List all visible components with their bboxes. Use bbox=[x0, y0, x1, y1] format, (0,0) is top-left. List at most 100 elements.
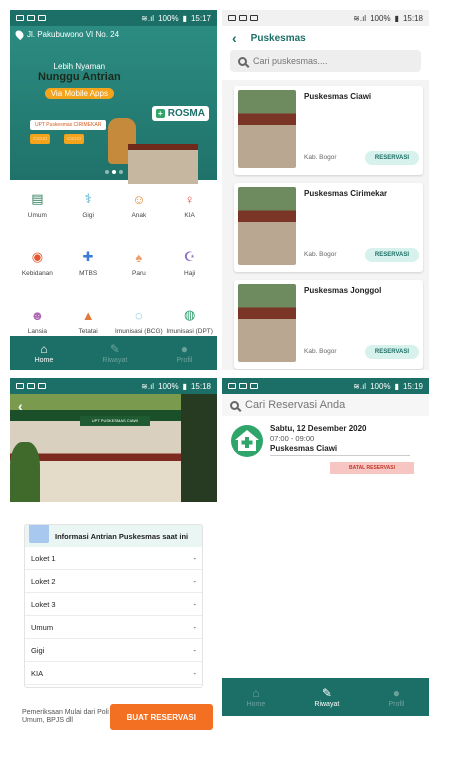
banner-text: Lebih Nyaman Nunggu Antrian Via Mobile A… bbox=[38, 62, 121, 101]
battery-icon: ▮ bbox=[394, 13, 399, 23]
mtbs-icon: ✚ bbox=[82, 249, 94, 264]
back-arrow-icon[interactable]: ‹ bbox=[232, 31, 237, 45]
signal-icon: ≋.ıl bbox=[353, 381, 367, 391]
chart-icon bbox=[29, 525, 49, 543]
nav-profil[interactable]: ● Profil bbox=[176, 343, 192, 364]
queue-row: Loket 2 - bbox=[25, 570, 202, 593]
banner-line3: Via Mobile Apps bbox=[44, 88, 114, 99]
category-haji[interactable]: ☪ Haji bbox=[164, 248, 215, 296]
carousel-dots[interactable] bbox=[10, 170, 217, 174]
nav-riwayat[interactable]: ✎ Riwayat bbox=[102, 343, 127, 364]
nav-label: Riwayat bbox=[102, 356, 128, 364]
status-bar: ≋.ıl 100% ▮ 15:18 bbox=[10, 378, 217, 394]
reservation-footer: Pemeriksaan Mulai dari Poli Umum, BPJS d… bbox=[10, 700, 217, 734]
nav-label: Profil bbox=[176, 356, 193, 364]
status-bar: ≋.ıl 100% ▮ 15:19 bbox=[222, 378, 429, 394]
home-header: Jl. Pakubuwono VI No. 24 Lebih Nyaman Nu… bbox=[10, 26, 217, 184]
queue-name: Loket 1 bbox=[31, 553, 56, 563]
signal-icon: ≋.ıl bbox=[141, 381, 155, 391]
banner-chip: UPT Puskesmas CIRIMEKAR bbox=[30, 120, 107, 130]
puskesmas-list: Puskesmas Ciawi Kab. Bogor RESERVASI Puskes… bbox=[222, 80, 429, 369]
puskesmas-card[interactable]: Puskesmas Ciawi Kab. Bogor RESERVASI bbox=[234, 86, 423, 175]
category-gigi[interactable]: ⚕ Gigi bbox=[63, 190, 114, 238]
reservation-search-input[interactable] bbox=[245, 399, 415, 411]
reservasi-button[interactable]: RESERVASI bbox=[364, 248, 419, 262]
rosma-logo: + ROSMA bbox=[151, 106, 209, 121]
reservasi-button[interactable]: RESERVASI bbox=[364, 151, 419, 165]
puskesmas-card-body: Puskesmas Cirimekar Kab. Bogor RESERVASI bbox=[296, 187, 419, 268]
search-bar[interactable] bbox=[230, 50, 421, 72]
brand-name: ROSMA bbox=[167, 108, 205, 119]
puskesmas-name: Puskesmas Jonggol bbox=[304, 286, 382, 295]
queue-name: Loket 2 bbox=[31, 576, 56, 586]
reservation-search-bar[interactable] bbox=[222, 394, 429, 416]
puskesmas-card[interactable]: Puskesmas Jonggol Kab. Bogor RESERVASI bbox=[234, 280, 423, 369]
category-kia[interactable]: ♀ KIA bbox=[164, 190, 215, 238]
nav-home[interactable]: ⌂ Home bbox=[35, 343, 54, 364]
category-label: Paru bbox=[132, 270, 146, 277]
category-mtbs[interactable]: ✚ MTBS bbox=[63, 248, 114, 296]
banner-tag-icon: ▭▭▭ bbox=[64, 134, 85, 144]
queue-value: - bbox=[193, 645, 197, 655]
search-icon bbox=[230, 400, 239, 410]
nav-home[interactable]: ⌂ Home bbox=[247, 687, 266, 708]
notification-icons bbox=[228, 15, 258, 21]
puskesmas-photo: UPT PUSKESMAS CIAWI ‹ bbox=[10, 394, 217, 502]
status-bar: ≋.ıl 100% ▮ 15:17 bbox=[10, 10, 217, 26]
clock: 15:18 bbox=[402, 13, 423, 23]
search-input[interactable] bbox=[253, 56, 413, 66]
queue-value: - bbox=[193, 576, 197, 586]
service-note: Pemeriksaan Mulai dari Poli Umum, BPJS d… bbox=[22, 709, 109, 724]
puskesmas-location: Kab. Bogor bbox=[304, 154, 337, 161]
puskesmas-thumbnail bbox=[238, 90, 296, 168]
child-icon: ☺ bbox=[132, 191, 146, 207]
category-anak[interactable]: ☺ Anak bbox=[114, 190, 165, 238]
bottom-navigation: ⌂ Home ✎ Riwayat ● Profil bbox=[222, 678, 429, 716]
category-label: KIA bbox=[184, 212, 195, 219]
category-label: Gigi bbox=[82, 212, 94, 219]
clock: 15:18 bbox=[190, 381, 211, 391]
notification-icons bbox=[228, 383, 258, 389]
notification-icons bbox=[16, 15, 46, 21]
puskesmas-name: Puskesmas Cirimekar bbox=[304, 189, 388, 198]
puskesmas-thumbnail bbox=[238, 187, 296, 265]
category-paru[interactable]: ♠ Paru bbox=[114, 248, 165, 296]
back-arrow-icon[interactable]: ‹ bbox=[18, 398, 23, 414]
queue-value: - bbox=[193, 553, 197, 563]
mother-icon: ♀ bbox=[184, 191, 195, 207]
history-icon: ✎ bbox=[321, 685, 332, 700]
nav-profil[interactable]: ● Profil bbox=[388, 687, 404, 708]
building-sign: UPT PUSKESMAS CIAWI bbox=[80, 416, 150, 426]
reservation-date: Sabtu, 12 Desember 2020 bbox=[270, 424, 367, 433]
promo-banner[interactable]: Lebih Nyaman Nunggu Antrian Via Mobile A… bbox=[10, 48, 217, 184]
nav-riwayat[interactable]: ✎ Riwayat bbox=[314, 687, 339, 708]
location-bar[interactable]: Jl. Pakubuwono VI No. 24 bbox=[10, 26, 217, 43]
create-reservation-button[interactable]: BUAT RESERVASI bbox=[109, 704, 213, 730]
clock: 15:17 bbox=[190, 13, 211, 23]
location-pin-icon bbox=[13, 28, 26, 41]
clinic-icon: ▤ bbox=[31, 191, 44, 206]
reservation-item[interactable]: Sabtu, 12 Desember 2020 07:00 - 09:00 Pu… bbox=[222, 416, 429, 474]
category-kebidanan[interactable]: ◉ Kebidanan bbox=[12, 248, 63, 296]
service-category-grid: ▤ Umum ⚕ Gigi ☺ Anak ♀ KIA ◉ Kebidanan ✚ MTBS ♠ Paru ☪… bbox=[10, 180, 217, 354]
queue-row: KIA - bbox=[25, 662, 202, 685]
category-umum[interactable]: ▤ Umum bbox=[12, 190, 63, 238]
puskesmas-card[interactable]: Puskesmas Cirimekar Kab. Bogor RESERVASI bbox=[234, 183, 423, 272]
home-icon: ⌂ bbox=[252, 685, 260, 700]
nav-label: Riwayat bbox=[314, 700, 340, 708]
queue-name: Gigi bbox=[31, 645, 45, 655]
midwifery-icon: ◉ bbox=[31, 249, 44, 264]
category-label: Kebidanan bbox=[21, 270, 53, 277]
queue-row: Loket 3 - bbox=[25, 593, 202, 616]
reservasi-button[interactable]: RESERVASI bbox=[364, 345, 419, 359]
cancel-reservation-button[interactable]: BATAL RESERVASI bbox=[330, 462, 414, 474]
battery-level: 100% bbox=[158, 13, 179, 23]
banner-line1: Lebih Nyaman bbox=[53, 62, 106, 71]
puskesmas-location: Kab. Bogor bbox=[304, 251, 337, 258]
category-label: Imunisasi (BCG) bbox=[115, 328, 163, 335]
divider bbox=[270, 455, 410, 456]
tetatai-icon: ▲ bbox=[81, 307, 95, 323]
home-icon: ⌂ bbox=[40, 341, 48, 356]
battery-icon: ▮ bbox=[182, 13, 187, 23]
queue-row: Loket 1 - bbox=[25, 547, 202, 570]
